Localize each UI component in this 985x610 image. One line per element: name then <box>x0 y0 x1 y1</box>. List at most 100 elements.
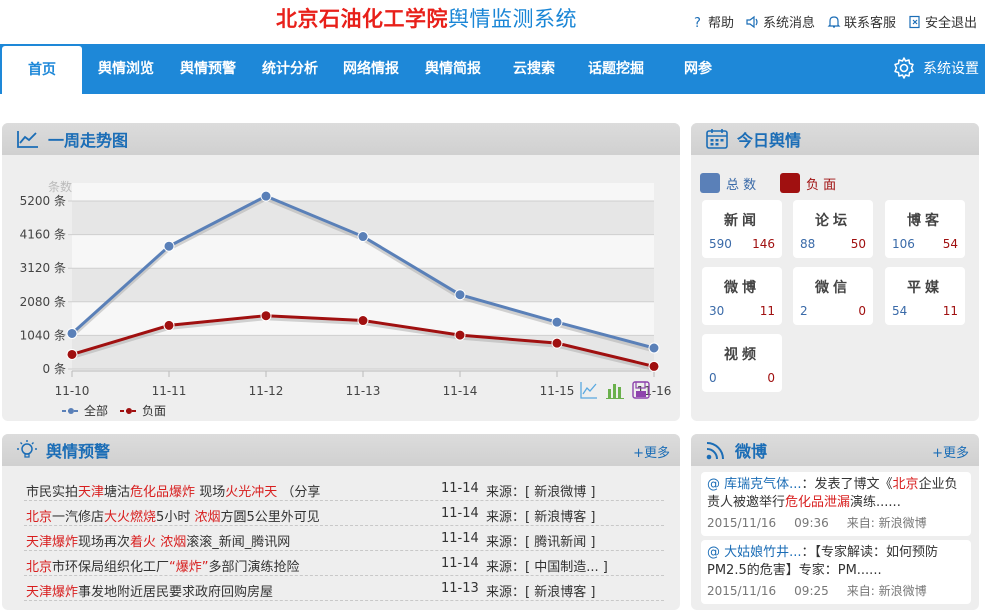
warning-row[interactable]: 天津爆炸现场再次着火 浓烟滚滚_新闻_腾讯网 11-14 来源：[ 腾讯新闻 ] <box>24 526 664 551</box>
data-point[interactable] <box>551 337 563 349</box>
nav-item-statistics[interactable]: 统计分析 <box>250 44 330 94</box>
nav-item-cloud-search[interactable]: 云搜索 <box>494 44 574 94</box>
plot-band <box>72 268 654 302</box>
title-text: 多部门演练抢险 <box>208 560 300 575</box>
keyword-highlight: 北京 <box>892 477 919 492</box>
y-axis-label: 条数 <box>48 179 72 194</box>
warning-row-title[interactable]: 北京市环保局组织化工厂“爆炸”多部门演练抢险 <box>26 556 300 575</box>
card-blog[interactable]: 博客 106 54 <box>885 200 965 258</box>
data-point[interactable] <box>260 310 272 322</box>
warning-row-date: 11-14 <box>441 531 479 546</box>
card-title: 视频 <box>724 347 760 363</box>
nav-item-briefing[interactable]: 舆情简报 <box>413 44 493 94</box>
lightbulb-icon <box>17 440 37 458</box>
card-negative: 54 <box>942 237 958 251</box>
weibo-more-link[interactable]: +更多 <box>932 442 969 461</box>
data-point[interactable] <box>648 342 660 354</box>
data-point[interactable] <box>357 231 369 243</box>
logout-link[interactable]: 安全退出 <box>908 12 977 31</box>
warning-row-source: 来源：[ 新浪博客 ] <box>486 585 596 600</box>
card-title: 微博 <box>724 280 760 296</box>
sentiment-warning-panel: 舆情预警 +更多 市民实拍天津塘沽危化品爆炸 现场火光冲天 （分享 11-14 来源… <box>2 434 680 610</box>
card-title: 论坛 <box>815 213 851 229</box>
data-point[interactable] <box>163 319 175 331</box>
data-point[interactable] <box>454 289 466 301</box>
nav-item-home[interactable]: 首页 <box>2 46 82 94</box>
warning-row-title[interactable]: 北京一汽修店大火燃烧5小时 浓烟方圆5公里外可见 <box>26 506 320 525</box>
warning-row-date: 11-13 <box>441 581 479 596</box>
post-text: 演练...... <box>850 495 901 510</box>
x-tick-label: 11-14 <box>443 384 478 398</box>
keyword-highlight: “爆炸” <box>169 560 209 575</box>
line-chart-icon <box>17 131 38 148</box>
data-point[interactable] <box>163 240 175 252</box>
data-point[interactable] <box>648 360 660 372</box>
legend-negative-swatch <box>780 173 800 193</box>
card-total: 2 <box>800 304 808 318</box>
keyword-highlight: 着火 <box>130 535 157 550</box>
nav-item-wangcan[interactable]: 网参 <box>658 44 738 94</box>
legend-label[interactable]: 负面 <box>142 404 166 418</box>
nav-item-browse[interactable]: 舆情浏览 <box>86 44 166 94</box>
warning-row-title[interactable]: 市民实拍天津塘沽危化品爆炸 现场火光冲天 （分享 <box>26 481 320 500</box>
warning-row[interactable]: 北京市环保局组织化工厂“爆炸”多部门演练抢险 11-14 来源：[ 中国制造... … <box>24 551 664 576</box>
weibo-item-text: @ 库瑞克气体...：发表了博文《北京企业负责人被邀举行危化品泄漏演练.....… <box>707 476 965 512</box>
data-point[interactable] <box>66 348 78 360</box>
data-point[interactable] <box>260 190 272 202</box>
line-chart-toggle-icon[interactable] <box>580 381 598 399</box>
legend-total-swatch <box>700 173 720 193</box>
nav-item-intelligence[interactable]: 网络情报 <box>331 44 411 94</box>
legend-label[interactable]: 全部 <box>84 403 108 418</box>
card-negative: 11 <box>759 304 775 318</box>
keyword-highlight: 天津爆炸 <box>26 535 79 550</box>
data-point[interactable] <box>66 327 78 339</box>
card-title: 新闻 <box>724 213 760 229</box>
data-point[interactable] <box>551 316 563 328</box>
card-total: 88 <box>800 237 816 251</box>
card-total: 0 <box>709 371 717 385</box>
warning-more-link[interactable]: +更多 <box>633 442 670 461</box>
warning-row-title[interactable]: 天津爆炸事发地附近居民要求政府回购房屋 <box>26 581 273 600</box>
data-point[interactable] <box>454 329 466 341</box>
today-sentiment-header: 今日舆情 <box>691 123 979 155</box>
weibo-user-link[interactable]: @ 大姑娘竹井... <box>707 545 802 560</box>
warning-row[interactable]: 天津爆炸事发地附近居民要求政府回购房屋 11-13 来源：[ 新浪博客 ] <box>24 576 664 601</box>
nav-item-alert[interactable]: 舆情预警 <box>168 44 248 94</box>
question-icon: ? <box>694 16 701 29</box>
logout-link-label: 安全退出 <box>924 16 977 31</box>
system-settings-button[interactable]: 系统设置 <box>892 56 979 80</box>
bar-chart-toggle-icon[interactable] <box>606 384 624 399</box>
keyword-highlight: 浓烟 <box>160 535 187 550</box>
card-weibo[interactable]: 微博 30 11 <box>702 267 782 325</box>
card-news[interactable]: 新闻 590 146 <box>702 200 782 258</box>
warning-row[interactable]: 北京一汽修店大火燃烧5小时 浓烟方圆5公里外可见 11-14 来源：[ 新浪博客 ] <box>24 501 664 526</box>
top-links: ? 帮助 系统消息 联系客服 安全退出 <box>691 12 977 31</box>
keyword-highlight: 危化品爆炸 <box>130 485 196 500</box>
card-total: 54 <box>892 304 908 318</box>
weibo-item[interactable]: @ 库瑞克气体...：发表了博文《北京企业负责人被邀举行危化品泄漏演练.....… <box>701 472 971 536</box>
gear-icon <box>894 57 914 79</box>
help-link[interactable]: ? 帮助 <box>691 12 734 32</box>
weibo-user-link[interactable]: @ 库瑞克气体... <box>707 477 802 492</box>
plot-band <box>72 335 654 369</box>
nav-item-topic-mining[interactable]: 话题挖掘 <box>576 44 656 94</box>
title-text: （分享 <box>277 485 321 500</box>
card-forum[interactable]: 论坛 88 50 <box>793 200 873 258</box>
weibo-item[interactable]: @ 大姑娘竹井...：【专家解读：如何预防PM2.5的危害】专家：PM.....… <box>701 540 971 604</box>
system-message-link[interactable]: 系统消息 <box>746 12 815 31</box>
warning-row-title[interactable]: 天津爆炸现场再次着火 浓烟滚滚_新闻_腾讯网 <box>26 531 290 550</box>
card-wechat[interactable]: 微信 2 0 <box>793 267 873 325</box>
calendar-icon <box>706 129 728 149</box>
legend-marker <box>68 408 74 414</box>
warning-row[interactable]: 市民实拍天津塘沽危化品爆炸 现场火光冲天 （分享 11-14 来源：[ 新浪微博 ] <box>24 476 664 501</box>
svg-text:?: ? <box>694 16 701 29</box>
warning-row-date: 11-14 <box>441 481 479 496</box>
help-link-label: 帮助 <box>707 16 734 31</box>
contact-service-link[interactable]: 联系客服 <box>827 12 896 31</box>
rss-icon <box>706 442 724 460</box>
data-point[interactable] <box>357 315 369 327</box>
card-video[interactable]: 视频 0 0 <box>702 334 782 392</box>
card-print-media[interactable]: 平媒 54 11 <box>885 267 965 325</box>
title-text: 市民实拍 <box>26 485 79 500</box>
system-settings-label: 系统设置 <box>923 61 979 77</box>
